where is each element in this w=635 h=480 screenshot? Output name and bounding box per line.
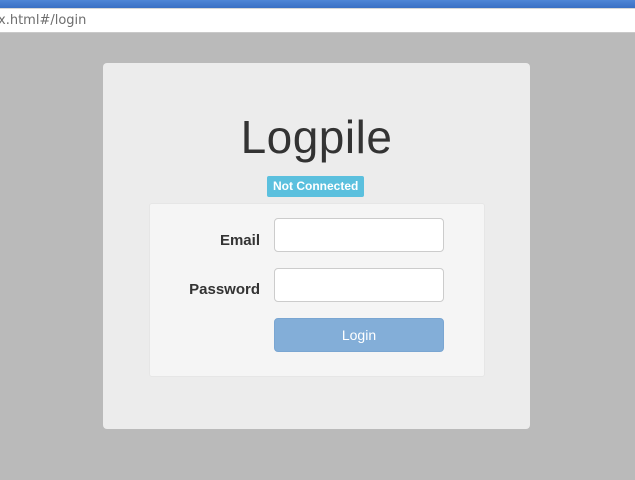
email-label: Email [219,232,260,249]
password-label: Password [189,281,260,298]
connection-status-badge: Not Connected [267,176,365,197]
login-form: Email Password Login [149,203,485,377]
page-background: Logpile Not Connected Email Password Log… [0,33,635,480]
app-title: Logpile [240,111,393,163]
address-url: x.html#/login [0,13,87,28]
login-card: Logpile Not Connected Email Password Log… [103,63,530,429]
browser-title-bar [0,0,635,8]
password-field[interactable] [274,268,444,302]
login-button[interactable]: Login [274,318,444,352]
address-bar[interactable]: x.html#/login [0,8,635,33]
email-field[interactable] [274,218,444,252]
